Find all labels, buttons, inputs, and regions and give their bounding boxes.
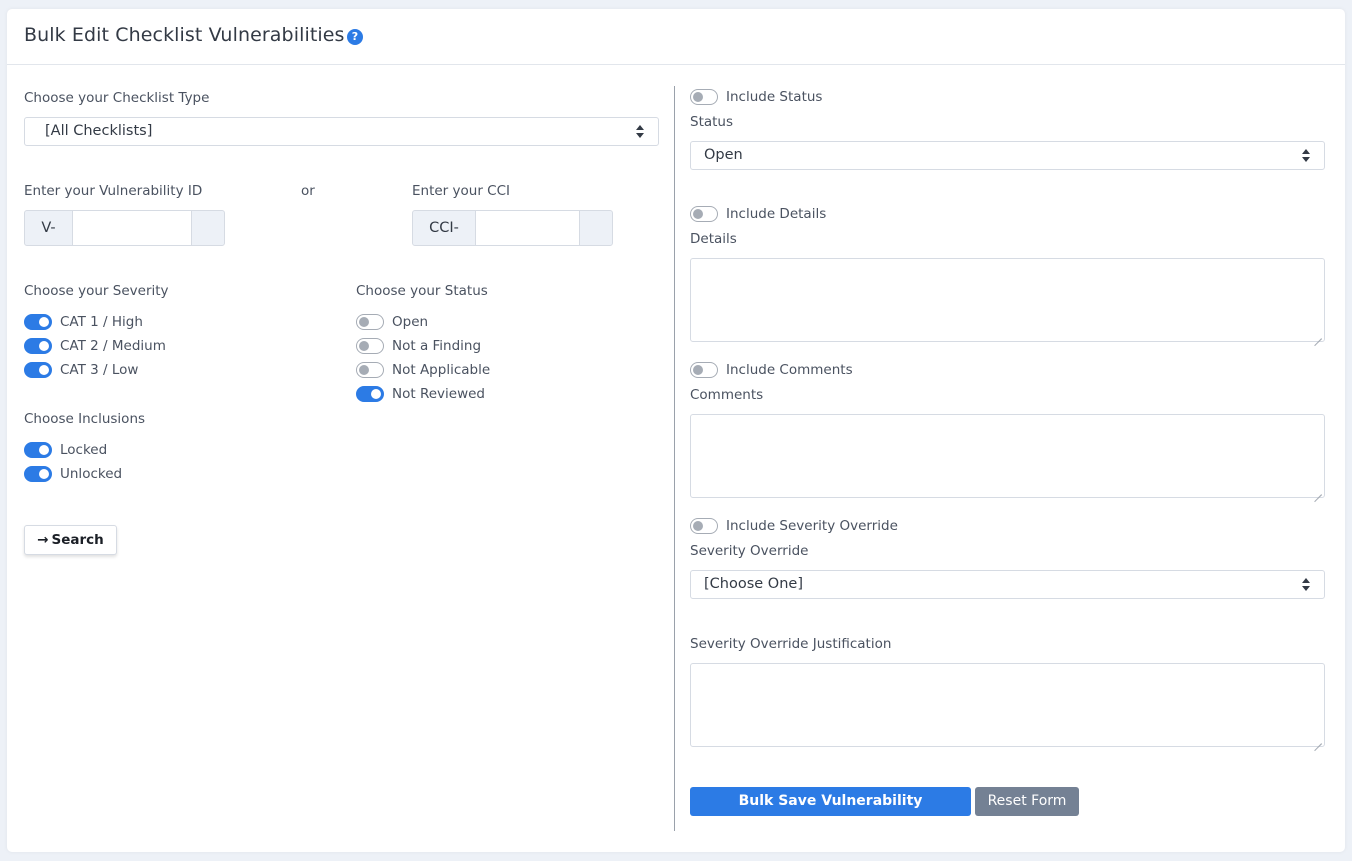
vuln-id-label: Enter your Vulnerability ID (24, 183, 203, 199)
toggle-switch[interactable] (356, 362, 384, 378)
select-arrows-icon (1302, 149, 1310, 162)
status-label: Status (690, 114, 734, 130)
vuln-id-prefix: V- (24, 210, 73, 246)
help-icon[interactable]: ? (347, 29, 363, 45)
cci-label: Enter your CCI (412, 183, 511, 199)
toggle-switch[interactable] (356, 386, 384, 402)
severity-cat3-label: CAT 3 / Low (60, 362, 139, 378)
toggle-switch[interactable] (24, 466, 52, 482)
inclusion-unlocked-label: Unlocked (60, 466, 123, 482)
vuln-id-input[interactable] (73, 210, 191, 246)
inclusion-locked-label: Locked (60, 442, 108, 458)
details-label: Details (690, 231, 737, 247)
status-naf-toggle[interactable]: Not a Finding (356, 338, 481, 354)
resize-grip-icon[interactable] (1314, 487, 1322, 495)
toggle-switch[interactable] (24, 338, 52, 354)
toggle-switch[interactable] (690, 362, 718, 378)
toggle-switch[interactable] (24, 314, 52, 330)
include-details-toggle[interactable]: Include Details (690, 206, 826, 222)
include-details-label: Include Details (726, 206, 827, 222)
severity-cat1-label: CAT 1 / High (60, 314, 143, 330)
or-text: or (301, 183, 315, 199)
severity-label: Choose your Severity (24, 283, 169, 299)
include-status-toggle[interactable]: Include Status (690, 89, 822, 105)
inclusion-locked-toggle[interactable]: Locked (24, 442, 107, 458)
bulk-edit-card: Bulk Edit Checklist Vulnerabilities ? Ch… (7, 9, 1345, 852)
severity-override-select[interactable]: [Choose One] (690, 570, 1325, 599)
severity-override-value: [Choose One] (704, 576, 803, 592)
severity-cat1-toggle[interactable]: CAT 1 / High (24, 314, 143, 330)
status-na-toggle[interactable]: Not Applicable (356, 362, 490, 378)
vuln-id-input-group: V- (24, 210, 225, 246)
severity-cat2-label: CAT 2 / Medium (60, 338, 166, 354)
card-header: Bulk Edit Checklist Vulnerabilities ? (7, 9, 1345, 65)
include-comments-label: Include Comments (726, 362, 853, 378)
cci-input[interactable] (476, 210, 579, 246)
cci-input-group: CCI- (412, 210, 613, 246)
status-na-label: Not Applicable (392, 362, 491, 378)
bulk-save-button[interactable]: Bulk Save Vulnerability Information (690, 787, 971, 838)
inclusions-label: Choose Inclusions (24, 411, 146, 427)
severity-override-label: Severity Override (690, 543, 809, 559)
checklist-type-select[interactable]: [All Checklists] (24, 117, 659, 146)
comments-label: Comments (690, 387, 764, 403)
toggle-switch[interactable] (690, 89, 718, 105)
toggle-switch[interactable] (24, 442, 52, 458)
column-divider (674, 86, 675, 831)
reset-form-button[interactable]: Reset Form (975, 787, 1079, 816)
page-title: Bulk Edit Checklist Vulnerabilities (24, 24, 345, 46)
status-select-value: Open (704, 147, 743, 163)
comments-textarea[interactable] (690, 414, 1325, 498)
justification-label: Severity Override Justification (690, 636, 892, 652)
select-arrows-icon (636, 125, 644, 138)
search-button-label: Search (51, 532, 104, 548)
checklist-type-value: [All Checklists] (45, 123, 153, 139)
status-naf-label: Not a Finding (392, 338, 482, 354)
status-nr-label: Not Reviewed (392, 386, 485, 402)
toggle-switch[interactable] (356, 338, 384, 354)
include-comments-toggle[interactable]: Include Comments (690, 362, 853, 378)
status-filter-label: Choose your Status (356, 283, 488, 299)
cci-suffix (579, 210, 613, 246)
toggle-switch[interactable] (690, 518, 718, 534)
include-status-label: Include Status (726, 89, 823, 105)
checklist-type-label: Choose your Checklist Type (24, 90, 210, 106)
status-open-label: Open (392, 314, 429, 330)
include-severity-override-label: Include Severity Override (726, 518, 898, 534)
include-severity-override-toggle[interactable]: Include Severity Override (690, 518, 898, 534)
cci-prefix: CCI- (412, 210, 476, 246)
search-button[interactable]: → Search (24, 525, 117, 555)
arrow-right-icon: → (37, 532, 49, 548)
details-textarea[interactable] (690, 258, 1325, 342)
severity-cat2-toggle[interactable]: CAT 2 / Medium (24, 338, 166, 354)
toggle-switch[interactable] (24, 362, 52, 378)
status-open-toggle[interactable]: Open (356, 314, 428, 330)
status-nr-toggle[interactable]: Not Reviewed (356, 386, 485, 402)
resize-grip-icon[interactable] (1314, 331, 1322, 339)
toggle-switch[interactable] (690, 206, 718, 222)
select-arrows-icon (1302, 578, 1310, 591)
vuln-id-suffix (191, 210, 225, 246)
justification-textarea[interactable] (690, 663, 1325, 747)
severity-cat3-toggle[interactable]: CAT 3 / Low (24, 362, 138, 378)
inclusion-unlocked-toggle[interactable]: Unlocked (24, 466, 122, 482)
status-select[interactable]: Open (690, 141, 1325, 170)
toggle-switch[interactable] (356, 314, 384, 330)
resize-grip-icon[interactable] (1314, 736, 1322, 744)
